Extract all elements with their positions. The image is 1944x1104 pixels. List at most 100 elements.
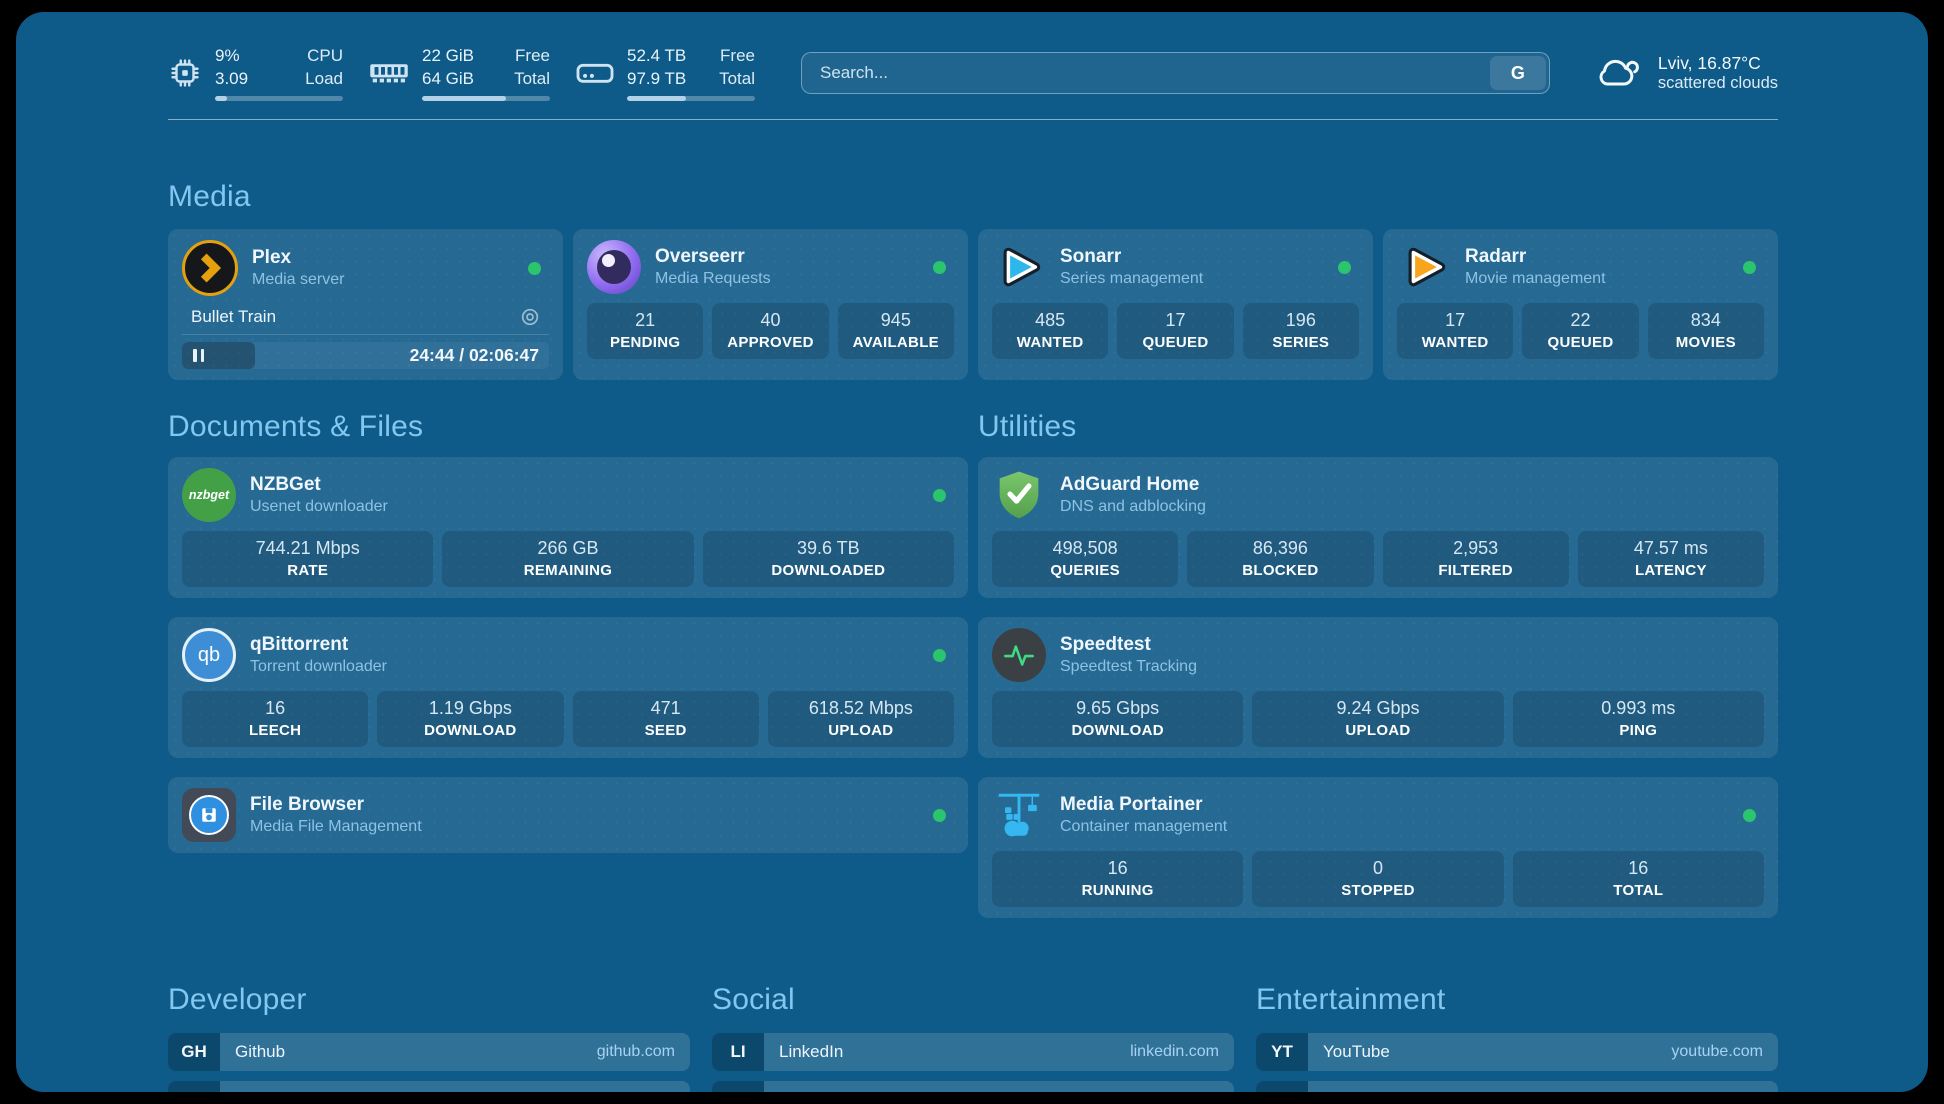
bookmark-github[interactable]: GH Githubgithub.com bbox=[168, 1033, 690, 1071]
stat-upload: 9.24 GbpsUPLOAD bbox=[1252, 691, 1503, 747]
bookmark-youtube[interactable]: YT YouTubeyoutube.com bbox=[1256, 1033, 1778, 1071]
service-subtitle: Speedtest Tracking bbox=[1060, 658, 1197, 676]
cpu-load-label: Load bbox=[305, 68, 343, 90]
radarr-icon bbox=[1397, 240, 1451, 294]
stat-wanted: 485WANTED bbox=[992, 303, 1108, 359]
memory-icon bbox=[369, 60, 409, 86]
stat-rate: 744.21 MbpsRATE bbox=[182, 531, 433, 587]
memory-total-label: Total bbox=[514, 68, 550, 90]
pause-icon[interactable] bbox=[193, 349, 197, 362]
search-engine-button[interactable]: G bbox=[1490, 56, 1546, 90]
service-card-plex[interactable]: Plex Media server Bullet Train 24:44 / 0… bbox=[168, 229, 563, 380]
disk-resource-widget: 52.4 TB 97.9 TB Free Total bbox=[576, 45, 755, 100]
bookmark-url: stackoverflow.com bbox=[544, 1091, 675, 1092]
cpu-load-value: 3.09 bbox=[215, 68, 248, 90]
adguard-icon bbox=[992, 468, 1046, 522]
memory-progress-bar bbox=[422, 96, 550, 101]
disk-icon bbox=[576, 60, 614, 86]
playback-time: 24:44 / 02:06:47 bbox=[410, 342, 539, 369]
now-playing-title: Bullet Train bbox=[191, 307, 276, 327]
weather-condition: scattered clouds bbox=[1658, 74, 1778, 93]
bookmark-url: netflix.com bbox=[1687, 1091, 1763, 1092]
service-card-nzbget[interactable]: nzbget NZBGet Usenet downloader 744.21 M… bbox=[168, 457, 968, 598]
bookmark-group-developer: Developer GH Githubgithub.com SO StackOv… bbox=[168, 983, 690, 1092]
stat-running: 16RUNNING bbox=[992, 851, 1243, 907]
section-title-utilities: Utilities bbox=[978, 410, 1778, 444]
memory-resource-widget: 22 GiB 64 GiB Free Total bbox=[369, 45, 550, 100]
header-divider bbox=[168, 119, 1778, 120]
service-name: Radarr bbox=[1465, 246, 1606, 268]
service-card-speedtest[interactable]: Speedtest Speedtest Tracking 9.65 GbpsDO… bbox=[978, 617, 1778, 758]
disk-total-value: 97.9 TB bbox=[627, 68, 686, 90]
stat-downloaded: 39.6 TBDOWNLOADED bbox=[703, 531, 954, 587]
service-card-sonarr[interactable]: Sonarr Series management 485WANTED 17QUE… bbox=[978, 229, 1373, 380]
bookmark-url: github.com bbox=[597, 1043, 675, 1061]
bookmark-netflix[interactable]: NF Netflixnetflix.com bbox=[1256, 1081, 1778, 1092]
service-name: Media Portainer bbox=[1060, 794, 1227, 816]
bookmark-group-entertainment: Entertainment YT YouTubeyoutube.com NF N… bbox=[1256, 983, 1778, 1092]
service-subtitle: Torrent downloader bbox=[250, 658, 387, 676]
stat-available: 945AVAILABLE bbox=[838, 303, 954, 359]
stat-approved: 40APPROVED bbox=[712, 303, 828, 359]
playback-progress-bar: 24:44 / 02:06:47 bbox=[182, 342, 549, 369]
bookmark-name: LinkedIn bbox=[779, 1042, 843, 1062]
service-subtitle: Container management bbox=[1060, 818, 1227, 836]
section-title-developer: Developer bbox=[168, 983, 690, 1017]
status-dot-online bbox=[933, 649, 946, 662]
service-card-overseerr[interactable]: Overseerr Media Requests 21PENDING 40APP… bbox=[573, 229, 968, 380]
bookmark-name: StackOverflow bbox=[235, 1090, 345, 1092]
bookmark-name: Netflix bbox=[1323, 1090, 1370, 1092]
stat-queued: 22QUEUED bbox=[1522, 303, 1638, 359]
memory-free-label: Free bbox=[514, 45, 550, 67]
stat-latency: 47.57 msLATENCY bbox=[1578, 531, 1764, 587]
stat-movies: 834MOVIES bbox=[1648, 303, 1764, 359]
filebrowser-icon bbox=[182, 788, 236, 842]
search-input[interactable] bbox=[802, 53, 1487, 93]
homepage-dashboard: 9% 3.09 CPU Load 22 GiB 64 GiB bbox=[16, 12, 1928, 1092]
service-name: Speedtest bbox=[1060, 634, 1197, 656]
qbittorrent-icon: qb bbox=[182, 628, 236, 682]
search-bar: G bbox=[801, 52, 1550, 94]
service-name: File Browser bbox=[250, 794, 422, 816]
service-subtitle: DNS and adblocking bbox=[1060, 498, 1206, 516]
plex-icon bbox=[182, 240, 238, 296]
overseerr-icon bbox=[587, 240, 641, 294]
section-title-entertainment: Entertainment bbox=[1256, 983, 1778, 1017]
bookmark-linkedin[interactable]: LI LinkedInlinkedin.com bbox=[712, 1033, 1234, 1071]
stat-stopped: 0STOPPED bbox=[1252, 851, 1503, 907]
stat-leech: 16LEECH bbox=[182, 691, 368, 747]
stat-remaining: 266 GBREMAINING bbox=[442, 531, 693, 587]
stat-total: 16TOTAL bbox=[1513, 851, 1764, 907]
status-dot-online bbox=[933, 489, 946, 502]
bookmarks-grid: Developer GH Githubgithub.com SO StackOv… bbox=[168, 983, 1778, 1092]
status-dot-online bbox=[528, 262, 541, 275]
service-card-radarr[interactable]: Radarr Movie management 17WANTED 22QUEUE… bbox=[1383, 229, 1778, 380]
stat-filtered: 2,953FILTERED bbox=[1383, 531, 1569, 587]
bookmark-name: Twitter bbox=[779, 1090, 829, 1092]
service-card-portainer[interactable]: Media Portainer Container management 16R… bbox=[978, 777, 1778, 918]
cpu-progress-bar bbox=[215, 96, 343, 101]
speedtest-icon bbox=[992, 628, 1046, 682]
camera-lens-icon[interactable] bbox=[520, 307, 540, 327]
weather-widget: Lviv, 16.87°C scattered clouds bbox=[1594, 53, 1778, 93]
status-dot-online bbox=[1743, 809, 1756, 822]
section-title-social: Social bbox=[712, 983, 1234, 1017]
stat-queued: 17QUEUED bbox=[1117, 303, 1233, 359]
bookmark-stackoverflow[interactable]: SO StackOverflowstackoverflow.com bbox=[168, 1081, 690, 1092]
service-card-qbittorrent[interactable]: qb qBittorrent Torrent downloader 16LEEC… bbox=[168, 617, 968, 758]
service-card-adguard[interactable]: AdGuard Home DNS and adblocking 498,508Q… bbox=[978, 457, 1778, 598]
service-name: AdGuard Home bbox=[1060, 474, 1206, 496]
service-subtitle: Movie management bbox=[1465, 270, 1606, 288]
service-name: qBittorrent bbox=[250, 634, 387, 656]
bookmark-name: Github bbox=[235, 1042, 285, 1062]
cpu-icon bbox=[168, 56, 202, 90]
bookmark-url: linkedin.com bbox=[1130, 1043, 1219, 1061]
service-card-filebrowser[interactable]: File Browser Media File Management bbox=[168, 777, 968, 853]
disk-total-label: Total bbox=[719, 68, 755, 90]
status-dot-online bbox=[1743, 261, 1756, 274]
section-title-documents: Documents & Files bbox=[168, 410, 968, 444]
status-dot-online bbox=[933, 809, 946, 822]
bookmark-twitter[interactable]: TW Twittertwitter.com bbox=[712, 1081, 1234, 1092]
stat-upload: 618.52 MbpsUPLOAD bbox=[768, 691, 954, 747]
disk-progress-bar bbox=[627, 96, 755, 101]
